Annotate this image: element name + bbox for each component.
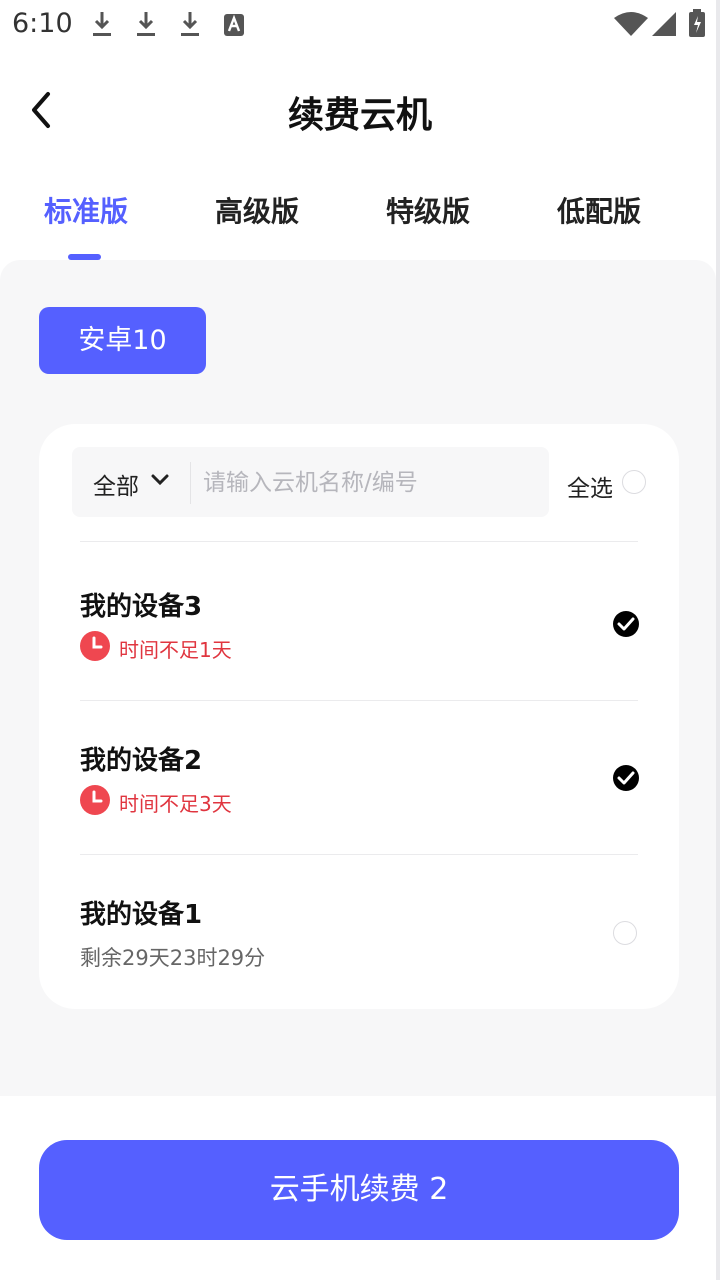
wifi-icon	[614, 12, 648, 36]
device-item[interactable]: 我的设备1 剩余29天23时29分	[80, 894, 640, 1044]
signal-icon	[652, 12, 676, 36]
download-icon	[181, 12, 199, 36]
device-remaining-time: 剩余29天23时29分	[80, 946, 266, 970]
device-item[interactable]: 我的设备3 时间不足1天	[80, 586, 640, 736]
page-header: 续费云机	[0, 60, 720, 160]
status-time: 6:10	[12, 8, 73, 39]
screen-edge	[716, 0, 720, 1280]
battery-icon	[689, 9, 705, 37]
checked-circle-icon[interactable]	[613, 611, 639, 637]
page-title: 续费云机	[287, 95, 432, 136]
device-status: 时间不足1天	[119, 638, 232, 662]
divider	[80, 854, 638, 855]
clock-icon	[80, 785, 110, 815]
edition-tabs: 标准版 高级版 特级版 低配版	[0, 190, 720, 260]
status-bar: 6:10	[0, 0, 720, 50]
renew-button[interactable]: 云手机续费 2	[39, 1140, 679, 1240]
tab-low-spec[interactable]: 低配版	[557, 190, 641, 230]
category-dropdown-label[interactable]: 全部	[93, 467, 139, 501]
content-panel: 安卓10 全部 全选 我的设备3 时间不足1天 我的设备2 时间不足3天	[0, 260, 716, 1096]
select-all-radio[interactable]	[622, 470, 646, 494]
divider	[80, 700, 638, 701]
device-status: 时间不足3天	[119, 792, 232, 816]
clock-icon	[80, 631, 110, 661]
device-list-card: 全部 全选 我的设备3 时间不足1天 我的设备2 时间不足3天	[39, 424, 679, 1009]
unchecked-radio[interactable]	[613, 921, 637, 945]
device-name: 我的设备2	[80, 746, 203, 776]
tab-advanced[interactable]: 高级版	[215, 190, 299, 230]
tab-standard[interactable]: 标准版	[44, 190, 128, 230]
divider	[80, 541, 638, 542]
chevron-down-icon[interactable]	[150, 472, 170, 488]
android-version-button[interactable]: 安卓10	[39, 307, 206, 374]
device-item[interactable]: 我的设备2 时间不足3天	[80, 740, 640, 890]
checked-circle-icon[interactable]	[613, 765, 639, 791]
download-icon	[137, 12, 155, 36]
device-name: 我的设备1	[80, 900, 203, 930]
footer-bar: 云手机续费 2	[0, 1096, 716, 1280]
device-name: 我的设备3	[80, 592, 203, 622]
filter-bar: 全部	[72, 447, 549, 517]
select-all-label[interactable]: 全选	[567, 469, 613, 503]
download-icon	[93, 12, 111, 36]
search-input[interactable]	[190, 462, 545, 504]
font-icon	[224, 14, 244, 36]
tab-premium[interactable]: 特级版	[386, 190, 470, 230]
